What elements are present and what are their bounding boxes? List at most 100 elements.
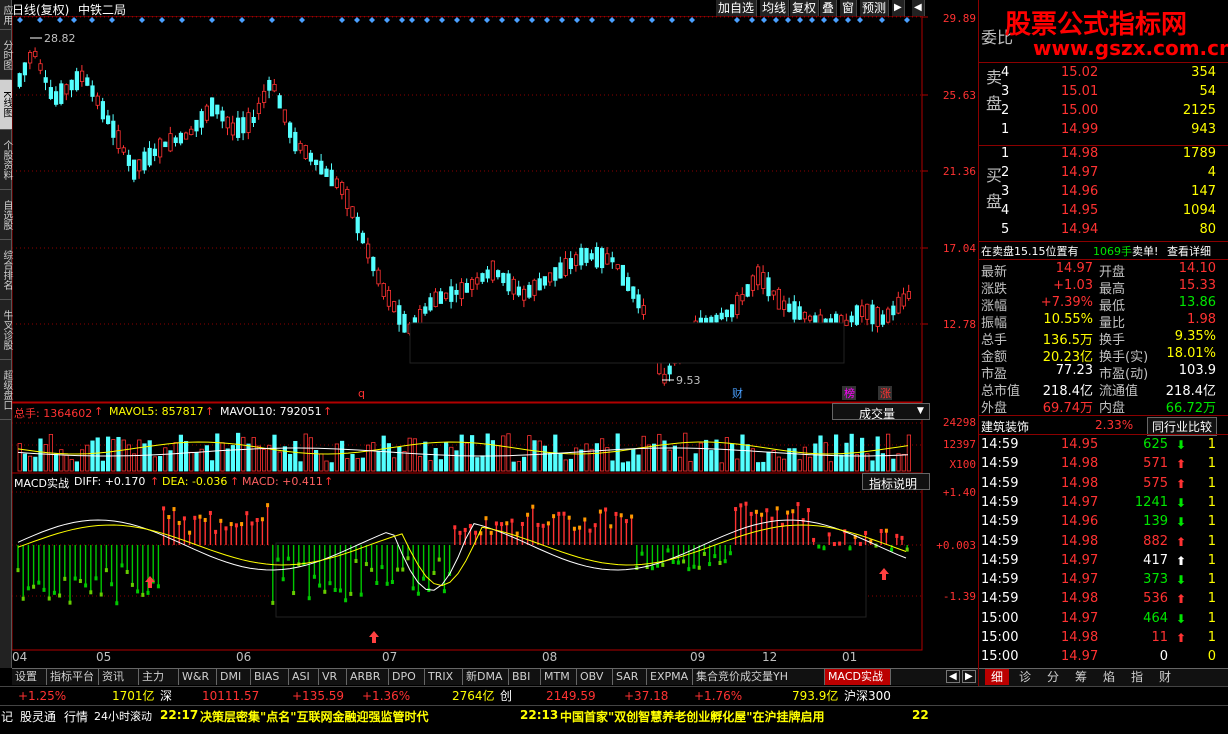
quote-tab-2[interactable]: 分 <box>1041 669 1065 685</box>
tick-volume: 373 <box>1143 572 1168 588</box>
macd-bar-cap <box>307 596 311 601</box>
volume-bar <box>844 442 849 472</box>
candle-body <box>397 305 402 325</box>
toolbar-button-4[interactable]: 窗 <box>840 0 858 16</box>
candle-body <box>137 159 142 172</box>
bid-price[interactable]: 14.95 <box>1061 203 1098 218</box>
quote-tab-6[interactable]: 财 <box>1153 669 1177 685</box>
left-tab-3[interactable]: 个股资料 <box>0 130 12 190</box>
left-tab-6[interactable]: 牛叉诊股 <box>0 300 12 360</box>
status-item-24h[interactable]: 24小时滚动 <box>94 708 152 724</box>
arrow-up-icon: ⬆ <box>1175 476 1186 491</box>
quote-tab-5[interactable]: 指 <box>1125 669 1149 685</box>
right-axis: 29.89 25.63 21.36 17.04 12.78 24298 12397 X100 +… <box>924 0 976 668</box>
index-name-hs300[interactable]: 沪深300 <box>844 687 891 705</box>
indicator-tab-14[interactable]: MTM <box>541 669 577 685</box>
sector-name[interactable]: 建筑装饰 <box>981 418 1029 435</box>
left-tab-0[interactable]: 应用 <box>0 0 12 30</box>
indicator-tab-16[interactable]: SAR <box>613 669 647 685</box>
ask-price[interactable]: 15.00 <box>1061 103 1098 118</box>
indicator-tab-11[interactable]: TRIX <box>425 669 463 685</box>
left-tab-2[interactable]: K线图 <box>0 80 12 130</box>
ask-price[interactable]: 14.99 <box>1061 122 1098 137</box>
candle-body <box>449 286 454 302</box>
left-tab-1[interactable]: 分时图 <box>0 30 12 80</box>
toolbar-button-2[interactable]: 复权 <box>790 0 820 16</box>
indicator-tab-2[interactable]: 资讯 <box>99 669 139 685</box>
volume-bars[interactable] <box>17 432 912 472</box>
macd-bar-cap <box>676 560 680 565</box>
indicator-tab-3[interactable]: 主力 <box>139 669 179 685</box>
indicator-tab-19[interactable]: MACD实战 <box>825 669 891 685</box>
quote-tab-1[interactable]: 诊 <box>1013 669 1037 685</box>
status-item-hangqing[interactable]: 行情 <box>64 708 88 725</box>
status-item-ji[interactable]: 记 <box>1 708 13 725</box>
bid-price[interactable]: 14.98 <box>1061 146 1098 161</box>
macd-bar-cap <box>884 528 888 533</box>
candle-body <box>80 70 85 82</box>
tick-count: 1 <box>1207 552 1216 568</box>
indicator-tab-8[interactable]: VR <box>319 669 347 685</box>
volume-bar <box>459 434 464 472</box>
index-name-chuangye[interactable]: 创 <box>500 687 512 705</box>
scroll-left-icon[interactable]: ◀ <box>946 670 960 683</box>
macd-bar-cap <box>552 514 556 519</box>
left-tab-5[interactable]: 综合排名 <box>0 240 12 300</box>
news-headline-1[interactable]: 决策层密集"点名"互联网金融迎强监管时代 <box>200 708 429 725</box>
volume-bar <box>80 449 85 472</box>
index-name-shenzhen[interactable]: 深 <box>160 687 172 705</box>
close-icon[interactable]: ◀ <box>912 0 925 16</box>
bid-price[interactable]: 14.96 <box>1061 184 1098 199</box>
tick-volume: 882 <box>1143 533 1168 549</box>
toolbar-button-1[interactable]: 均线 <box>760 0 790 16</box>
event-mark[interactable]: 财 <box>732 386 743 400</box>
event-mark[interactable]: q <box>358 387 365 400</box>
ask-price[interactable]: 15.02 <box>1061 65 1098 80</box>
left-tab-7[interactable]: 超级盘口 <box>0 360 12 420</box>
indicator-tab-10[interactable]: DPO <box>389 669 425 685</box>
bid-price[interactable]: 14.94 <box>1061 222 1098 237</box>
indicator-tab-4[interactable]: W&R <box>179 669 217 685</box>
pin-icon[interactable]: ▶ <box>892 0 905 16</box>
indicator-tab-1[interactable]: 指标平台 <box>47 669 99 685</box>
quote-tab-4[interactable]: 焰 <box>1097 669 1121 685</box>
indicator-tab-6[interactable]: BIAS <box>251 669 289 685</box>
bid-level: 3 <box>1001 184 1010 199</box>
event-mark[interactable]: 涨 <box>880 387 891 400</box>
volume-bar <box>615 433 620 472</box>
indicator-help-button[interactable]: 指标说明 <box>862 473 930 491</box>
quote-tab-0[interactable]: 细 <box>985 669 1009 685</box>
indicator-tab-17[interactable]: EXPMA <box>647 669 693 685</box>
volume-bar <box>563 459 568 472</box>
indicator-tab-5[interactable]: DMI <box>217 669 251 685</box>
indicator-tab-bar: 设置 指标平台 资讯 主力 W&R DMI BIAS ASI VR ARBR DPO TRIX 新DMA… <box>12 668 944 685</box>
indicator-tab-7[interactable]: ASI <box>289 669 319 685</box>
indicator-tab-13[interactable]: BBI <box>509 669 541 685</box>
macd-bar-cap <box>848 546 852 551</box>
indicator-tab-9[interactable]: ARBR <box>347 669 389 685</box>
indicator-tab-0[interactable]: 设置 <box>12 669 47 685</box>
scroll-right-icon[interactable]: ▶ <box>962 670 976 683</box>
toolbar-button-0[interactable]: 加自选 <box>716 0 758 16</box>
view-detail-link[interactable]: 查看详细 <box>1167 243 1211 259</box>
left-tab-4[interactable]: 自选股 <box>0 190 12 240</box>
diamond-marker <box>179 17 185 23</box>
indicator-tab-12[interactable]: 新DMA <box>463 669 509 685</box>
macd-axis-tick: -1.39 <box>942 590 976 603</box>
news-headline-2[interactable]: 中国首家"双创智慧养老创业孵化屋"在沪挂牌启用 <box>560 708 825 725</box>
volume-bar <box>485 433 490 472</box>
indicator-tab-15[interactable]: OBV <box>577 669 613 685</box>
macd-bar-cap <box>52 590 56 595</box>
stat-value: +1.03 <box>1053 278 1093 293</box>
indicator-tab-18[interactable]: 集合竞价成交量YH <box>693 669 825 685</box>
status-item-gulingtong[interactable]: 股灵通 <box>20 708 56 725</box>
event-mark[interactable]: 榜 <box>844 386 855 400</box>
quote-tab-3[interactable]: 筹 <box>1069 669 1093 685</box>
indicator-dropdown[interactable]: 成交量 ▼ <box>832 403 930 421</box>
toolbar-button-3[interactable]: 叠 <box>820 0 838 16</box>
ask-price[interactable]: 15.01 <box>1061 84 1098 99</box>
bid-price[interactable]: 14.97 <box>1061 165 1098 180</box>
toolbar-button-5[interactable]: 预测 <box>860 0 890 16</box>
kline-chart[interactable]: 28.82 9.53 q 财 榜 涨 <box>12 16 978 668</box>
diamond-marker <box>689 17 695 23</box>
